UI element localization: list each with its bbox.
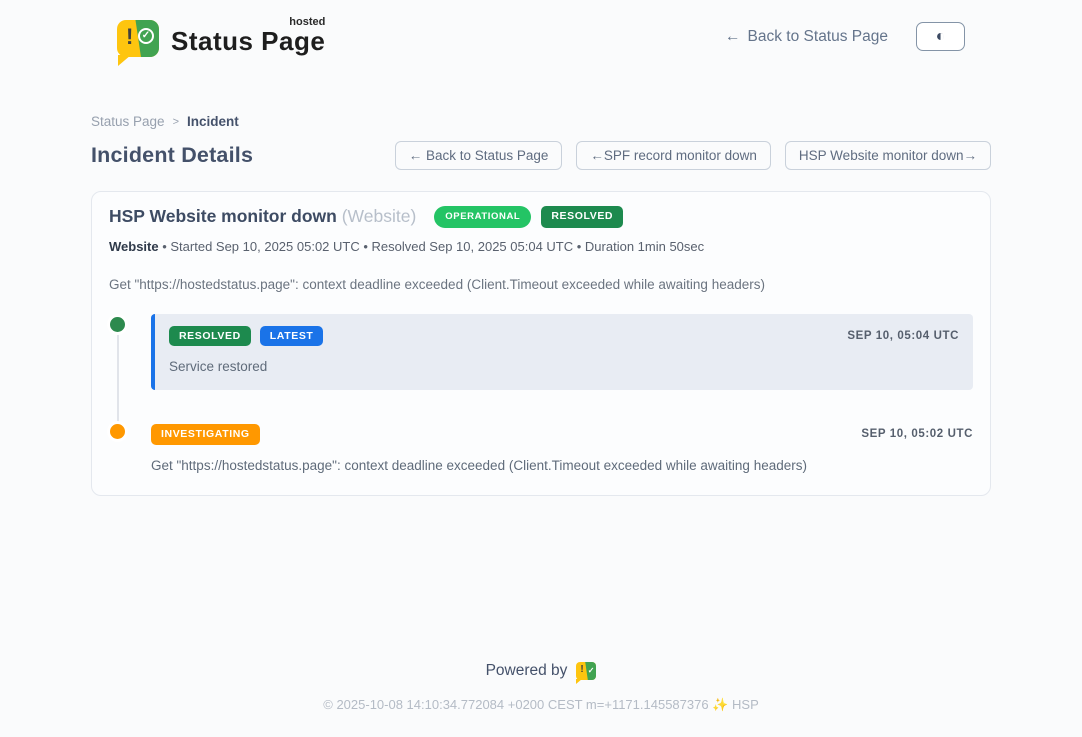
timeline-item: RESOLVED LATEST SEP 10, 05:04 UTC Service… (109, 314, 973, 391)
breadcrumb-separator: > (173, 116, 179, 128)
mini-exclamation-icon: ! (580, 664, 583, 675)
copyright-text: © 2025-10-08 14:10:34.772084 +0200 CEST … (323, 697, 708, 712)
back-link-label: Back to Status Page (748, 28, 888, 46)
prev-incident-button[interactable]: ←SPF record monitor down (576, 141, 771, 170)
timeline-badge-resolved: RESOLVED (169, 326, 251, 347)
title-row: Incident Details ← Back to Status Page ←S… (91, 141, 991, 170)
timeline-timestamp: SEP 10, 05:02 UTC (861, 428, 973, 440)
timeline-head: RESOLVED LATEST SEP 10, 05:04 UTC (169, 326, 959, 347)
site-footer: Powered by ! ✓ © 2025-10-08 14:10:34.772… (0, 662, 1082, 737)
meta-details: • Started Sep 10, 2025 05:02 UTC • Resol… (159, 239, 705, 254)
logo-brand-text: Status Page (171, 26, 325, 56)
copyright-line: © 2025-10-08 14:10:34.772084 +0200 CEST … (0, 697, 1082, 713)
timeline-message: Service restored (169, 359, 959, 374)
header-actions: ← Back to Status Page ◐ (725, 22, 965, 51)
page-title: Incident Details (91, 143, 253, 168)
logo-text-wrap: hosted Status Page (171, 16, 325, 57)
status-badge-resolved: RESOLVED (541, 206, 623, 228)
back-to-status-page-button[interactable]: ← Back to Status Page (395, 141, 563, 170)
check-glyph: ✓ (142, 31, 150, 41)
copyright-brand: HSP (732, 697, 759, 712)
timeline-badges: RESOLVED LATEST (169, 326, 323, 347)
statuspage-logo-icon: ! ✓ (117, 20, 159, 57)
timeline: RESOLVED LATEST SEP 10, 05:04 UTC Service… (109, 314, 973, 473)
breadcrumb-status-page[interactable]: Status Page (91, 114, 165, 129)
timeline-rail (109, 314, 151, 391)
status-badge-operational: OPERATIONAL (434, 206, 531, 228)
timeline-timestamp: SEP 10, 05:04 UTC (847, 330, 959, 342)
breadcrumb-incident: Incident (187, 114, 239, 129)
timeline-content: INVESTIGATING SEP 10, 05:02 UTC Get "htt… (151, 421, 973, 473)
logo-superscript: hosted (289, 16, 325, 28)
powered-by-link[interactable]: Powered by ! ✓ (0, 662, 1082, 680)
incident-meta: Website • Started Sep 10, 2025 05:02 UTC… (109, 239, 973, 254)
site-header: ! ✓ hosted Status Page ← Back to Status … (0, 0, 1082, 57)
hsp-logo-icon: ! ✓ (576, 662, 596, 680)
mini-check-icon: ✓ (588, 666, 595, 675)
timeline-status-dot (110, 424, 125, 439)
incident-title-text: HSP Website monitor down (109, 206, 337, 226)
timeline-message: Get "https://hostedstatus.page": context… (151, 458, 973, 473)
meta-component-name: Website (109, 239, 159, 254)
next-incident-button[interactable]: HSP Website monitor down→ (785, 141, 991, 170)
logo-bubble-tail (118, 55, 131, 66)
timeline-head: INVESTIGATING SEP 10, 05:02 UTC (151, 424, 973, 445)
incident-component: (Website) (342, 206, 417, 226)
timeline-item: INVESTIGATING SEP 10, 05:02 UTC Get "htt… (109, 421, 973, 473)
check-circle-icon: ✓ (138, 28, 154, 44)
timeline-connector-line (117, 334, 119, 429)
main-content: Status Page > Incident Incident Details … (91, 114, 991, 496)
logo[interactable]: ! ✓ hosted Status Page (117, 16, 325, 57)
timeline-content: RESOLVED LATEST SEP 10, 05:04 UTC Service… (151, 314, 973, 391)
incident-status-badges: OPERATIONAL RESOLVED (434, 206, 623, 228)
left-arrow-icon: ← (725, 28, 741, 46)
sparkles-icon: ✨ (712, 697, 728, 712)
timeline-status-dot (110, 317, 125, 332)
incident-description: Get "https://hostedstatus.page": context… (109, 277, 973, 292)
back-to-status-page-link[interactable]: ← Back to Status Page (725, 28, 888, 46)
breadcrumb: Status Page > Incident (91, 114, 991, 129)
timeline-badge-investigating: INVESTIGATING (151, 424, 260, 445)
incident-title: HSP Website monitor down (Website) (109, 206, 416, 227)
timeline-rail (109, 421, 151, 473)
timeline-badges: INVESTIGATING (151, 424, 260, 445)
powered-by-label: Powered by (486, 662, 568, 680)
exclamation-icon: ! (126, 24, 133, 50)
incident-nav-buttons: ← Back to Status Page ←SPF record monitor… (395, 141, 991, 170)
incident-card: HSP Website monitor down (Website) OPERA… (91, 191, 991, 496)
incident-card-header: HSP Website monitor down (Website) OPERA… (109, 206, 973, 228)
timeline-badge-latest: LATEST (260, 326, 324, 347)
contrast-icon: ◐ (936, 29, 946, 45)
theme-toggle-button[interactable]: ◐ (916, 22, 965, 51)
mini-logo-tail (576, 679, 582, 684)
